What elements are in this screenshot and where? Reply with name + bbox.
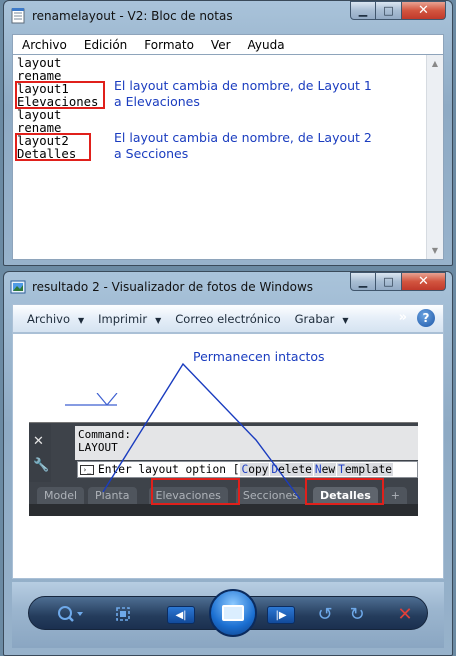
- callout-lines: [102, 362, 301, 500]
